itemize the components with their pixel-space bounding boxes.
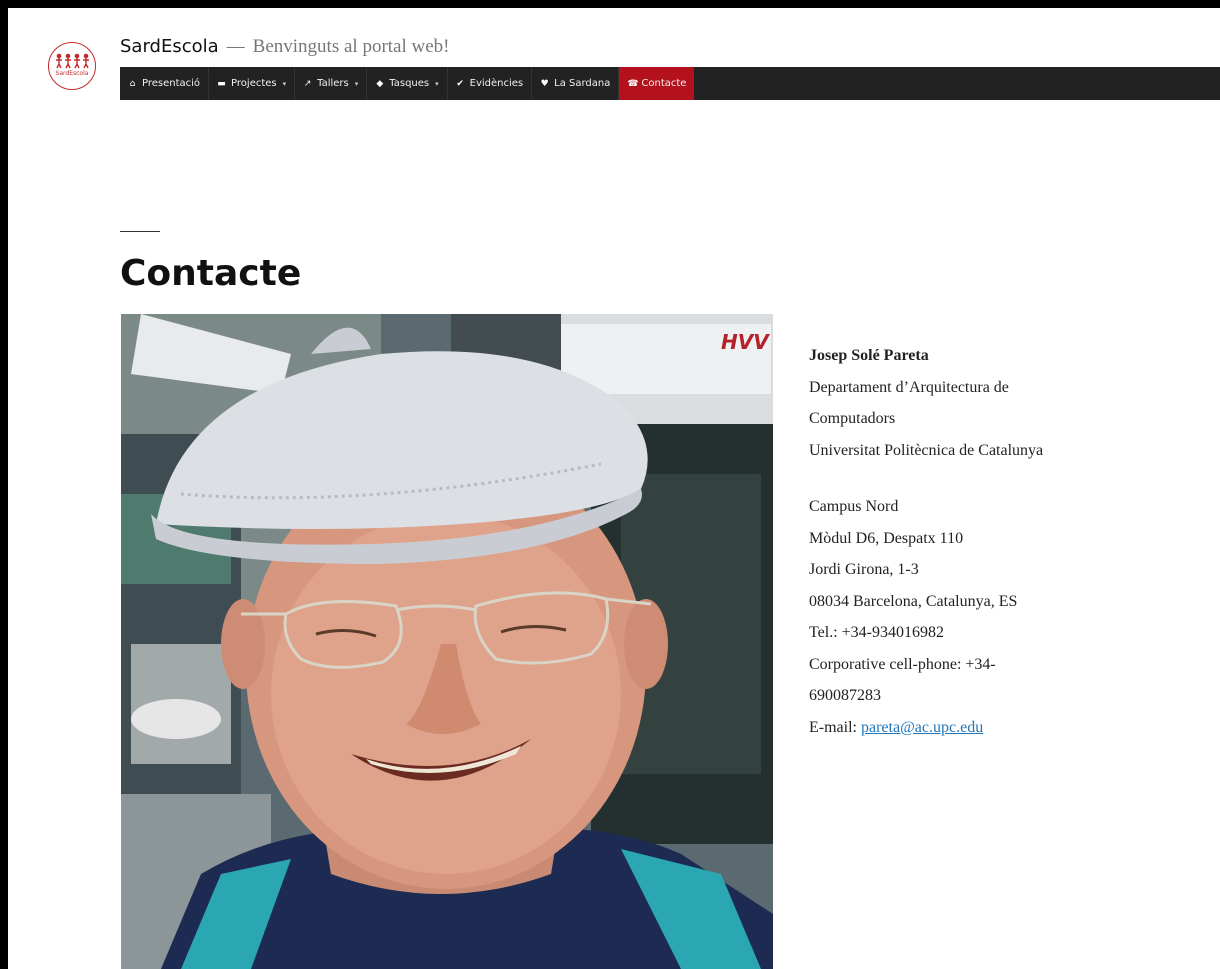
nav-item-label: La Sardana <box>554 78 611 89</box>
nav-item-evidencies[interactable]: ✔ Evidències <box>448 67 533 100</box>
nav-item-label: Tasques <box>389 78 430 89</box>
heart-icon: ♥ <box>540 78 549 89</box>
nav-item-contacte[interactable]: ☎ Contacte <box>619 67 695 100</box>
contact-university: Universitat Politècnica de Catalunya <box>809 441 1044 459</box>
page-title: Contacte <box>120 253 302 294</box>
contact-department: Departament d’Arquitectura de <box>809 378 1009 396</box>
sign-text: HVV <box>721 330 770 354</box>
contact-email-row: E-mail: pareta@ac.upc.edu <box>809 712 1109 744</box>
contact-campus: Campus Nord <box>809 498 899 515</box>
folder-icon: ▬ <box>217 78 226 89</box>
title-divider <box>120 231 160 232</box>
contact-city: 08034 Barcelona, Catalunya, ES <box>809 592 1018 610</box>
window-frame-top <box>0 0 1220 8</box>
site-title[interactable]: SardEscola <box>120 36 219 57</box>
nav-item-tallers[interactable]: ↗ Tallers ▾ <box>295 67 368 100</box>
home-icon: ⌂ <box>129 78 136 89</box>
site-logo[interactable]: SardEscola <box>48 42 96 90</box>
nav-item-tasques[interactable]: ◆ Tasques ▾ <box>367 67 448 100</box>
contact-department-cont: Computadors <box>809 410 896 427</box>
email-link[interactable]: pareta@ac.upc.edu <box>861 719 983 736</box>
main-navigation: ⌂ Presentació ▬ Projectes ▾ ↗ Tallers ▾ … <box>120 67 1220 100</box>
chevron-down-icon: ▾ <box>282 79 287 88</box>
site-header: SardEscola — Benvinguts al portal web! <box>120 36 450 58</box>
check-icon: ✔ <box>456 78 464 89</box>
contact-cellphone: Corporative cell-phone: +34- <box>809 655 996 673</box>
email-label: E-mail: <box>809 718 861 736</box>
logo-text: SardEscola <box>55 70 89 77</box>
contact-cellphone-cont: 690087283 <box>809 687 881 704</box>
wrench-icon: ↗ <box>303 78 312 89</box>
nav-item-projectes[interactable]: ▬ Projectes ▾ <box>209 67 296 100</box>
dancers-icon <box>56 53 89 69</box>
contact-office: Mòdul D6, Despatx 110 <box>809 529 964 547</box>
nav-item-label: Contacte <box>641 78 687 89</box>
nav-item-presentacio[interactable]: ⌂ Presentació <box>120 67 210 100</box>
nav-item-label: Evidències <box>469 78 524 89</box>
site-tagline: Benvinguts al portal web! <box>252 36 450 57</box>
nav-item-la-sardana[interactable]: ♥ La Sardana <box>532 67 620 100</box>
nav-item-label: Presentació <box>142 78 201 89</box>
contact-photo: HVV <box>121 314 773 969</box>
chevron-down-icon: ▾ <box>354 79 359 88</box>
nav-item-label: Tallers <box>317 78 349 89</box>
contact-phone: Tel.: +34-934016982 <box>809 624 944 641</box>
nav-item-label: Projectes <box>231 78 277 89</box>
contact-name: Josep Solé Pareta <box>809 347 929 364</box>
title-separator: — <box>226 36 245 56</box>
contact-street: Jordi Girona, 1-3 <box>809 561 919 578</box>
tag-icon: ◆ <box>376 78 384 89</box>
chevron-down-icon: ▾ <box>435 79 439 88</box>
contact-info: Josep Solé Pareta Departament d’Arquitec… <box>809 340 1109 743</box>
window-frame-left <box>0 0 8 969</box>
phone-icon: ☎ <box>627 78 639 89</box>
